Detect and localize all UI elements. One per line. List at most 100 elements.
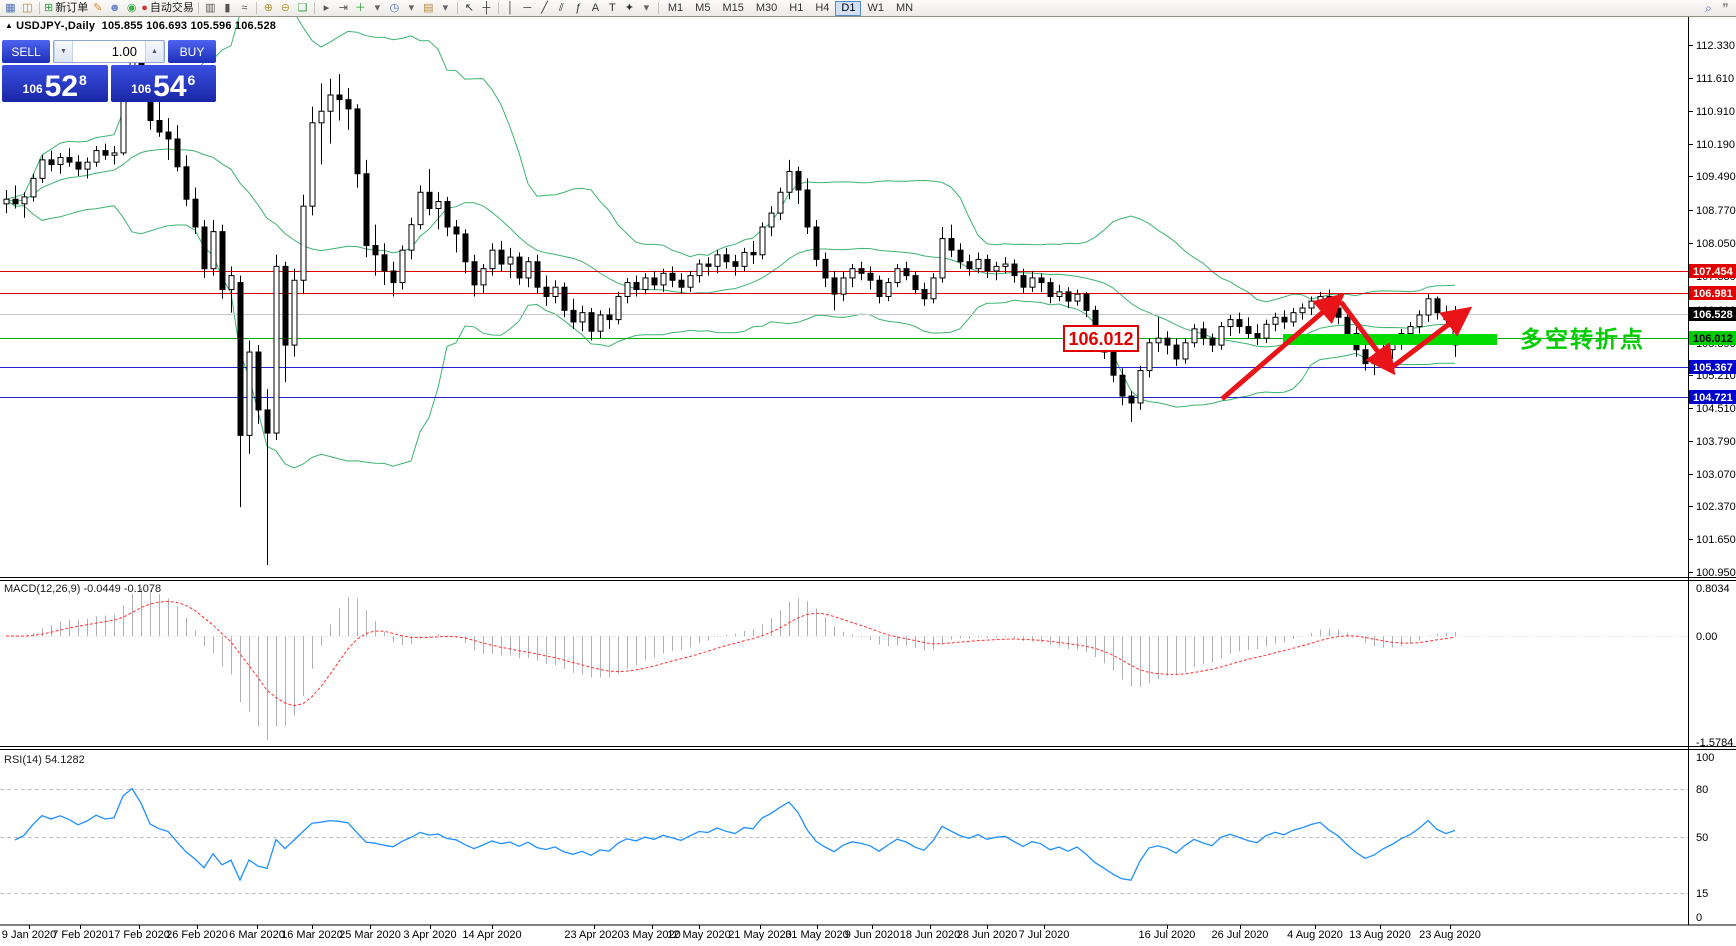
candle (372, 224, 379, 276)
periods-dropdown-icon[interactable]: ▾ (403, 1, 420, 15)
candle (1137, 365, 1144, 410)
candle (336, 74, 343, 121)
date-tick-label: 26 Feb 2020 (166, 929, 228, 941)
volume-input[interactable]: 1.00 (73, 41, 145, 62)
templates-dropdown-icon[interactable]: ▾ (437, 1, 454, 15)
candle (579, 305, 586, 332)
cursor-icon[interactable]: ↖ (461, 1, 478, 15)
buy-button[interactable]: BUY (168, 40, 216, 63)
tile-windows-icon[interactable]: ❏ (294, 1, 311, 15)
zoom-out-icon[interactable]: ⊖ (277, 1, 294, 15)
arrows-icon[interactable]: ✦ (621, 1, 638, 15)
candle (831, 270, 838, 311)
timeframe-h1-button[interactable]: H1 (783, 1, 809, 16)
date-tick-label: 9 Jan 2020 (2, 929, 56, 941)
chat-icon[interactable]: ❞ (1717, 1, 1734, 15)
indicators-dropdown-icon[interactable]: ▾ (369, 1, 386, 15)
indicators-icon[interactable]: ＋ (352, 1, 369, 15)
macd-label: MACD(12,26,9) -0.0449 -0.1078 (4, 583, 161, 595)
timeframe-h4-button[interactable]: H4 (809, 1, 835, 16)
candle (426, 169, 433, 216)
candle (759, 222, 766, 260)
buy-price-button[interactable]: 106 54 6 (110, 65, 216, 102)
candle (1056, 284, 1063, 302)
date-tick-label: 16 Jul 2020 (1139, 929, 1196, 941)
periods-icon[interactable]: ◷ (386, 1, 403, 15)
price-axis[interactable]: 112.330 111.610 110.910 110.190 109.490 108.7… (1689, 40, 1736, 579)
tile-windows-icon: ❏ (297, 2, 308, 14)
timeframe-m1-button[interactable]: M1 (662, 1, 689, 16)
new-order-icon[interactable]: ⊞ 新订单 (43, 1, 89, 15)
candle (840, 270, 847, 302)
new-chart-icon[interactable]: ▦ (2, 1, 19, 15)
candle (453, 220, 460, 253)
candle (750, 240, 757, 265)
zoom-out-icon: ⊖ (280, 2, 290, 14)
price-tick-label: 102.370 (1696, 501, 1736, 513)
volume-decrease-button[interactable]: ▼ (54, 41, 73, 62)
bar-chart-icon[interactable]: ▥ (202, 1, 219, 15)
candlestick-chart-icon: ▮ (224, 2, 231, 14)
new-order-icon: ⊞ (44, 2, 54, 14)
signals-icon[interactable]: ◉ (123, 1, 140, 15)
price-chart[interactable]: 106.012 多空转折点 112.330 111.610 110.910 110.190… (0, 16, 1736, 941)
expert-advisor-icon: ☻ (108, 2, 121, 14)
time-axis[interactable]: 9 Jan 20207 Feb 2020 17 Feb 202026 Feb 20… (2, 925, 1481, 941)
trendline-icon[interactable]: ╱ (536, 1, 553, 15)
sell-price-button[interactable]: 106 52 8 (2, 65, 108, 102)
volume-increase-button[interactable]: ▲ (145, 41, 164, 62)
candle (1227, 314, 1234, 336)
main-price-panel[interactable]: 106.012 (0, 16, 1688, 566)
rsi-panel[interactable] (0, 787, 1688, 894)
timeframe-m30-button[interactable]: M30 (750, 1, 783, 16)
text-icon[interactable]: A (587, 1, 604, 15)
toolbar: ▦ ◫ ⊞ 新订单 ✎ ☻ ◉ ● 自动交易 ▥ ▮ ≈ ⊕ ⊖ ❏ ▸ ⇥ ＋ ▾ ◷ ▾ ▤ ▾ ↖ ┼ │ ─ ╱ ⫽ ƒ A T ✦ ▾ M… (0, 0, 1736, 17)
candlestick-chart-icon[interactable]: ▮ (219, 1, 236, 15)
crayon-icon[interactable]: ✎ (89, 1, 106, 15)
candle (57, 152, 64, 174)
candle (354, 104, 361, 188)
timeframe-m15-button[interactable]: M15 (716, 1, 749, 16)
vertical-line-icon[interactable]: │ (502, 1, 519, 15)
horizontal-line-icon: ─ (523, 2, 532, 14)
sell-button[interactable]: SELL (2, 40, 50, 63)
timeframe-w1-button[interactable]: W1 (861, 1, 890, 16)
ohlc-values: 105.855 106.693 105.596 106.528 (101, 20, 277, 32)
candle (255, 345, 262, 424)
text-label-icon[interactable]: T (604, 1, 621, 15)
templates-icon[interactable]: ▤ (420, 1, 437, 15)
support-zone-bar[interactable] (1283, 334, 1497, 345)
expert-advisor-icon[interactable]: ☻ (106, 1, 123, 15)
candle (1281, 310, 1288, 329)
macd-panel[interactable] (0, 588, 1688, 740)
fibonacci-icon[interactable]: ƒ (570, 1, 587, 15)
one-click-collapse-icon[interactable]: ▲ (5, 21, 13, 30)
equidistant-channel-icon[interactable]: ⫽ (553, 1, 570, 15)
candle (732, 254, 739, 276)
chart-shift-icon[interactable]: ⇥ (335, 1, 352, 15)
crosshair-icon[interactable]: ┼ (478, 1, 495, 15)
autotrade-icon[interactable]: ● 自动交易 (140, 1, 195, 15)
candle (804, 178, 811, 234)
price-tick-label: 108.050 (1696, 238, 1736, 250)
candle (1029, 270, 1036, 292)
auto-scroll-icon[interactable]: ▸ (318, 1, 335, 15)
candle (1299, 303, 1306, 320)
search-icon[interactable]: ⌕ (1700, 1, 1717, 15)
zoom-in-icon[interactable]: ⊕ (260, 1, 277, 15)
timeframe-m5-button[interactable]: M5 (689, 1, 716, 16)
annotation-note-text[interactable]: 多空转折点 (1520, 326, 1645, 352)
profiles-icon[interactable]: ◫ (19, 1, 36, 15)
toolbar-separator (657, 2, 659, 14)
horizontal-line-icon[interactable]: ─ (519, 1, 536, 15)
price-callout-box[interactable]: 106.012 (1063, 325, 1139, 352)
candle (273, 254, 280, 441)
timeframe-mn-button[interactable]: MN (890, 1, 919, 16)
arrows-dropdown-icon[interactable]: ▾ (638, 1, 655, 15)
candle (264, 389, 271, 566)
candle (930, 273, 937, 304)
candle (552, 280, 559, 304)
timeframe-d1-button[interactable]: D1 (835, 0, 862, 16)
date-tick-label: 14 Apr 2020 (462, 929, 521, 941)
line-chart-icon[interactable]: ≈ (236, 1, 253, 15)
